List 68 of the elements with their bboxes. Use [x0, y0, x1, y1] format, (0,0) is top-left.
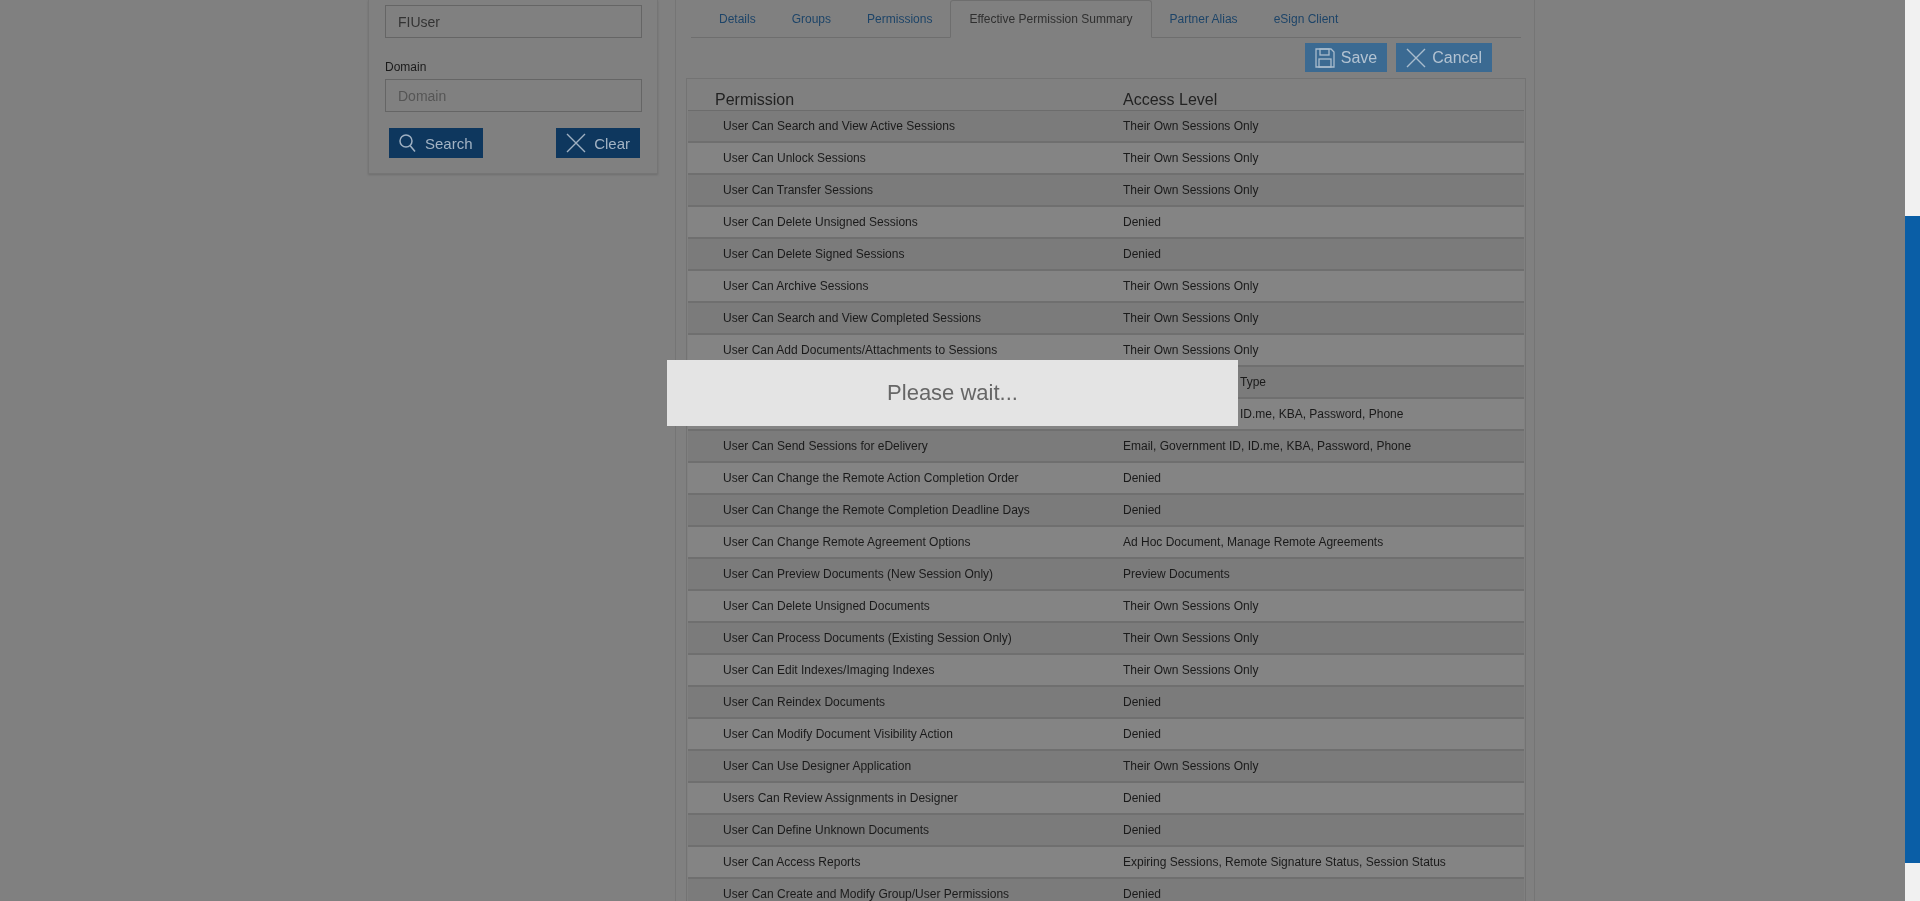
permission-cell: User Can Add Documents/Attachments to Sessions [723, 343, 998, 357]
save-button[interactable]: Save [1304, 43, 1388, 72]
access-level-cell: ID.me, KBA, Password, Phone [1240, 407, 1404, 421]
column-header: Access Level [1123, 90, 1218, 110]
permission-cell: User Can Delete Signed Sessions [723, 247, 905, 261]
tab[interactable]: Permissions [849, 0, 951, 37]
access-level-cell: Denied [1123, 247, 1162, 261]
user-field[interactable]: FIUser [385, 5, 642, 38]
access-level-cell: Denied [1123, 791, 1162, 805]
permission-cell: User Can Change Remote Agreement Options [723, 535, 971, 549]
close-icon [566, 133, 587, 153]
permission-cell: User Can Change the Remote Action Completion Order [723, 471, 1019, 485]
access-level-cell: Denied [1123, 823, 1162, 837]
permission-cell: User Can Modify Document Visibility Action [723, 727, 953, 741]
permission-cell: User Can Reindex Documents [723, 695, 886, 709]
permission-cell: Users Can Review Assignments in Designer [723, 791, 958, 805]
access-level-cell: Preview Documents [1123, 567, 1230, 581]
tab[interactable]: Effective Permission Summary [950, 0, 1152, 38]
access-level-cell: Their Own Sessions Only [1123, 311, 1259, 325]
cancel-button[interactable]: Cancel [1396, 43, 1492, 72]
permission-cell: User Can Delete Unsigned Documents [723, 599, 930, 613]
tab[interactable]: Groups [773, 0, 850, 37]
access-level-cell: Their Own Sessions Only [1123, 279, 1259, 293]
loading-message: Please wait... [887, 380, 1018, 406]
permission-cell: User Can Delete Unsigned Sessions [723, 215, 918, 229]
access-level-cell: Denied [1123, 215, 1162, 229]
access-level-cell: Their Own Sessions Only [1123, 599, 1259, 613]
access-level-cell: Their Own Sessions Only [1123, 663, 1259, 677]
column-header: Permission [714, 90, 796, 110]
access-level-cell: Their Own Sessions Only [1123, 119, 1259, 133]
permission-cell: User Can Transfer Sessions [723, 183, 874, 197]
permission-cell: User Can Search and View Active Sessions [723, 119, 955, 133]
clear-button[interactable]: Clear [556, 128, 640, 158]
permission-cell: User Can Create and Modify Group/User Permissions [723, 887, 1010, 901]
permission-cell: User Can Archive Sessions [723, 279, 869, 293]
domain-label: Domain [385, 60, 428, 74]
access-level-cell: Denied [1123, 503, 1162, 517]
permission-cell: User Can Process Documents (Existing Session Only) [723, 631, 1012, 645]
search-icon [399, 133, 417, 153]
access-level-cell: Their Own Sessions Only [1123, 631, 1259, 645]
access-level-cell: Their Own Sessions Only [1123, 183, 1259, 197]
permission-cell: User Can Access Reports [723, 855, 861, 869]
tab[interactable]: eSign Client [1255, 0, 1357, 37]
permission-cell: User Can Use Designer Application [723, 759, 912, 773]
access-level-cell: Denied [1123, 471, 1162, 485]
access-level-cell: Expiring Sessions, Remote Signature Status, Session Status [1123, 855, 1446, 869]
tab[interactable]: Partner Alias [1151, 0, 1256, 37]
permission-cell: User Can Send Sessions for eDelivery [723, 439, 928, 453]
access-level-cell: Their Own Sessions Only [1123, 759, 1259, 773]
access-level-cell: Denied [1123, 727, 1162, 741]
access-level-cell: Email, Government ID, ID.me, KBA, Password, Phone [1123, 439, 1412, 453]
permission-cell: User Can Change the Remote Completion Deadline Days [723, 503, 1030, 517]
access-level-cell: Their Own Sessions Only [1123, 343, 1259, 357]
access-level-cell: Ad Hoc Document, Manage Remote Agreements [1123, 535, 1384, 549]
tab[interactable]: Details [701, 0, 774, 37]
permission-cell: User Can Preview Documents (New Session Only) [723, 567, 994, 581]
permission-cell: User Can Search and View Completed Sessions [723, 311, 981, 325]
access-level-cell: Denied [1123, 695, 1162, 709]
permission-cell: User Can Unlock Sessions [723, 151, 866, 165]
scrollbar[interactable] [1905, 0, 1920, 901]
permission-cell: User Can Define Unknown Documents [723, 823, 930, 837]
access-level-cell: Denied [1123, 887, 1162, 901]
close-icon [1406, 47, 1427, 68]
access-level-cell: Type [1240, 375, 1266, 389]
permission-cell: User Can Edit Indexes/Imaging Indexes [723, 663, 935, 677]
access-level-cell: Their Own Sessions Only [1123, 151, 1259, 165]
search-button[interactable]: Search [389, 128, 483, 158]
scrollbar-thumb[interactable] [1905, 216, 1920, 863]
